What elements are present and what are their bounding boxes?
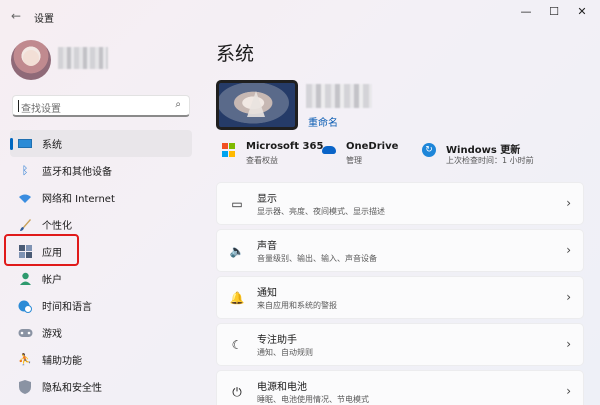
device-image [216, 80, 298, 130]
card-notifications[interactable]: 🔔 通知 来自应用和系统的警报 › [216, 276, 584, 319]
card-title: 专注助手 [257, 335, 297, 346]
windows-update-icon: ↻ [422, 143, 436, 157]
card-title: 显示 [257, 194, 277, 205]
page-title: 系统 [216, 43, 255, 65]
chevron-right-icon: › [566, 243, 571, 257]
avatar[interactable] [11, 40, 51, 80]
accessibility-icon: ⛹ [18, 353, 32, 366]
sidebar-item-accessibility[interactable]: ⛹ 辅助功能 [10, 346, 192, 373]
card-title: 电源和电池 [257, 382, 307, 393]
info-title: OneDrive [346, 141, 399, 152]
display-icon: ▭ [231, 197, 243, 211]
sidebar-item-privacy[interactable]: 隐私和安全性 [10, 373, 192, 400]
sidebar-item-network[interactable]: 网络和 Internet [10, 184, 192, 211]
chevron-right-icon: › [566, 290, 571, 304]
window-title: 设置 [34, 14, 54, 25]
wifi-icon [17, 191, 33, 205]
card-subtitle: 睡眠、电池使用情况、节电模式 [257, 395, 369, 404]
moon-icon: ☾ [231, 338, 243, 352]
sidebar-item-accounts[interactable]: 帐户 [10, 265, 192, 292]
settings-card-list: ▭ 显示 显示器、亮度、夜间模式、显示描述 › 🔈 声音 音量级别、输出、输入、… [216, 182, 584, 405]
title-bar: ← 设置 — ☐ ✕ [0, 0, 600, 32]
info-subtitle: 上次检查时间：1 小时前 [446, 156, 534, 165]
card-display[interactable]: ▭ 显示 显示器、亮度、夜间模式、显示描述 › [216, 182, 584, 225]
text-caret [18, 100, 19, 112]
sidebar-item-bluetooth[interactable]: ᛒ 蓝牙和其他设备 [10, 157, 192, 184]
sidebar-item-label: 游戏 [42, 329, 62, 340]
blurred-user-name [58, 47, 108, 69]
sidebar-item-label: 个性化 [42, 221, 72, 232]
bluetooth-icon: ᛒ [21, 164, 29, 177]
blurred-device-name [306, 84, 372, 108]
info-subtitle: 查看权益 [246, 156, 278, 165]
card-subtitle: 显示器、亮度、夜间模式、显示描述 [257, 207, 385, 216]
info-title: Windows 更新 [446, 145, 521, 156]
gamepad-icon [17, 326, 33, 340]
search-icon: ⌕ [175, 99, 181, 110]
close-button[interactable]: ✕ [568, 3, 596, 21]
chevron-right-icon: › [566, 384, 571, 398]
sidebar-item-label: 帐户 [42, 275, 62, 286]
rename-link[interactable]: 重命名 [308, 114, 338, 129]
brush-icon [17, 218, 33, 232]
monitor-icon [17, 137, 33, 151]
sidebar-item-label: 蓝牙和其他设备 [42, 167, 112, 178]
power-icon: ⏻ [232, 385, 242, 399]
maximize-button[interactable]: ☐ [540, 3, 568, 21]
microsoft-logo-icon [222, 143, 236, 157]
back-arrow-icon[interactable]: ← [8, 8, 24, 24]
card-subtitle: 音量级别、输出、输入、声音设备 [257, 254, 377, 263]
account-icon [17, 272, 33, 286]
card-subtitle: 来自应用和系统的警报 [257, 301, 337, 310]
card-title: 声音 [257, 241, 277, 252]
sidebar-item-gaming[interactable]: 游戏 [10, 319, 192, 346]
bell-icon: 🔔 [229, 291, 245, 305]
sidebar-item-label: 时间和语言 [42, 302, 92, 313]
search-input[interactable]: 查找设置 ⌕ [12, 95, 190, 117]
info-subtitle: 管理 [346, 156, 362, 165]
onedrive-cloud-icon [322, 146, 336, 154]
card-power-battery[interactable]: ⏻ 电源和电池 睡眠、电池使用情况、节电模式 › [216, 370, 584, 405]
globe-clock-icon [17, 299, 33, 313]
search-placeholder: 查找设置 [21, 104, 61, 115]
sidebar-item-time-language[interactable]: 时间和语言 [10, 292, 192, 319]
speaker-icon: 🔈 [229, 244, 245, 258]
shield-icon [17, 379, 33, 394]
wallpaper-thumbnail [247, 91, 265, 117]
chevron-right-icon: › [566, 196, 571, 210]
card-subtitle: 通知、自动规则 [257, 348, 313, 357]
card-sound[interactable]: 🔈 声音 音量级别、输出、输入、声音设备 › [216, 229, 584, 272]
sidebar-item-label: 网络和 Internet [42, 194, 115, 205]
card-title: 通知 [257, 288, 277, 299]
info-title: Microsoft 365 [246, 141, 324, 152]
sidebar-item-label: 隐私和安全性 [42, 383, 102, 394]
sidebar-item-label: 系统 [42, 140, 62, 151]
sidebar-item-label: 辅助功能 [42, 356, 82, 367]
minimize-button[interactable]: — [512, 3, 540, 21]
sidebar-item-system[interactable]: 系统 [10, 130, 192, 157]
avatar-face [23, 50, 39, 66]
chevron-right-icon: › [566, 337, 571, 351]
highlight-annotation-box [4, 234, 79, 266]
card-focus-assist[interactable]: ☾ 专注助手 通知、自动规则 › [216, 323, 584, 366]
